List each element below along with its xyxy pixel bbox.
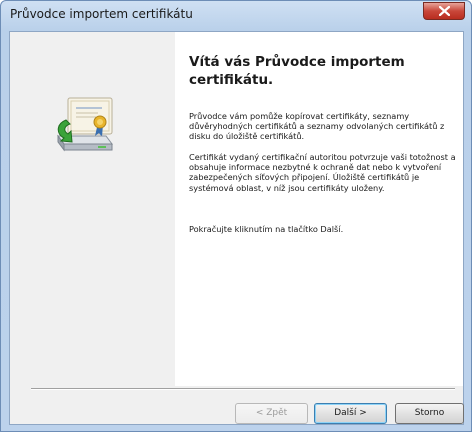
continue-paragraph: Pokračujte kliknutím na tlačítko Další. [189, 224, 344, 234]
next-button[interactable]: Další > [314, 403, 387, 424]
window-title: Průvodce importem certifikátu [10, 7, 193, 21]
wizard-content: Vítá vás Průvodce importem certifikátu. … [175, 32, 463, 386]
title-bar[interactable]: Průvodce importem certifikátu [1, 1, 471, 29]
wizard-side-panel [10, 32, 175, 386]
close-icon [439, 6, 450, 16]
wizard-footer: < Zpět Další > Storno [10, 386, 464, 424]
wizard-body: Vítá vás Průvodce importem certifikátu. … [9, 31, 464, 425]
wizard-heading: Vítá vás Průvodce importem certifikátu. [189, 54, 405, 88]
back-button[interactable]: < Zpět [235, 403, 308, 424]
cancel-button[interactable]: Storno [395, 403, 464, 424]
import-wizard-window: Průvodce importem certifikátu Vítá vás P… [0, 0, 472, 432]
close-button[interactable] [423, 2, 465, 20]
footer-divider [31, 388, 455, 390]
description-paragraph: Certifikát vydaný certifikační autoritou… [189, 152, 456, 193]
certificate-import-icon [57, 97, 113, 152]
intro-paragraph: Průvodce vám pomůže kopírovat certifikát… [189, 111, 445, 142]
